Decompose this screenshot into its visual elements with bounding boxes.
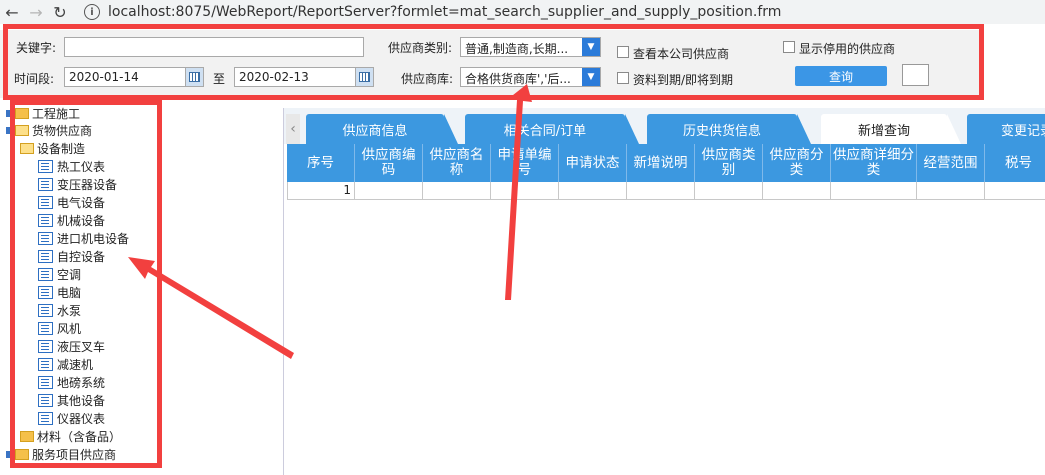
tab[interactable]: 变更记录 <box>967 114 1045 144</box>
browser-toolbar: ← → ↻ i localhost:8075/WebReport/ReportS… <box>0 0 1045 24</box>
table-cell[interactable] <box>491 182 559 200</box>
column-header[interactable]: 供应商分类 <box>763 144 831 182</box>
table-cell[interactable] <box>985 182 1045 200</box>
result-area: ‹ 供应商信息相关合同/订单历史供货信息新增查询变更记录 序号供应商编码供应商名… <box>283 108 1045 475</box>
column-header[interactable]: 申请单编号 <box>491 144 559 182</box>
column-header[interactable]: 申请状态 <box>559 144 627 182</box>
table-cell[interactable] <box>627 182 695 200</box>
table-cell[interactable] <box>917 182 985 200</box>
column-header[interactable]: 经营范围 <box>917 144 985 182</box>
column-header[interactable]: 供应商详细分类 <box>831 144 917 182</box>
column-header[interactable]: 供应商类别 <box>695 144 763 182</box>
tab-strip: ‹ 供应商信息相关合同/订单历史供货信息新增查询变更记录 <box>284 108 1045 144</box>
table-cell[interactable] <box>763 182 831 200</box>
tab[interactable]: 历史供货信息 <box>647 114 811 144</box>
tab[interactable]: 相关合同/订单 <box>465 114 639 144</box>
tab[interactable]: 供应商信息 <box>306 114 458 144</box>
tab[interactable]: 新增查询 <box>821 114 961 144</box>
tab-scroll-left-icon[interactable]: ‹ <box>286 114 300 144</box>
annotation-box-search <box>3 24 984 100</box>
back-button[interactable]: ← <box>0 0 24 24</box>
table-cell[interactable] <box>831 182 917 200</box>
column-header[interactable]: 税号 <box>985 144 1045 182</box>
table-cell[interactable]: 1 <box>287 182 355 200</box>
column-header[interactable]: 供应商编码 <box>355 144 423 182</box>
reload-button[interactable]: ↻ <box>48 0 72 24</box>
column-header[interactable]: 供应商名称 <box>423 144 491 182</box>
table-row[interactable]: 1 <box>287 182 1045 200</box>
annotation-box-tree <box>10 100 162 468</box>
table-cell[interactable] <box>423 182 491 200</box>
address-bar[interactable]: localhost:8075/WebReport/ReportServer?fo… <box>108 4 781 20</box>
info-icon[interactable]: i <box>84 4 100 20</box>
grid-header: 序号 供应商编码 供应商名称 申请单编号 申请状态 新增说明 供应商类别 供应商分类 供应商详细… <box>287 144 1045 182</box>
table-cell[interactable] <box>695 182 763 200</box>
column-header[interactable]: 序号 <box>287 144 355 182</box>
forward-button[interactable]: → <box>24 0 48 24</box>
column-header[interactable]: 新增说明 <box>627 144 695 182</box>
table-cell[interactable] <box>559 182 627 200</box>
table-cell[interactable] <box>355 182 423 200</box>
